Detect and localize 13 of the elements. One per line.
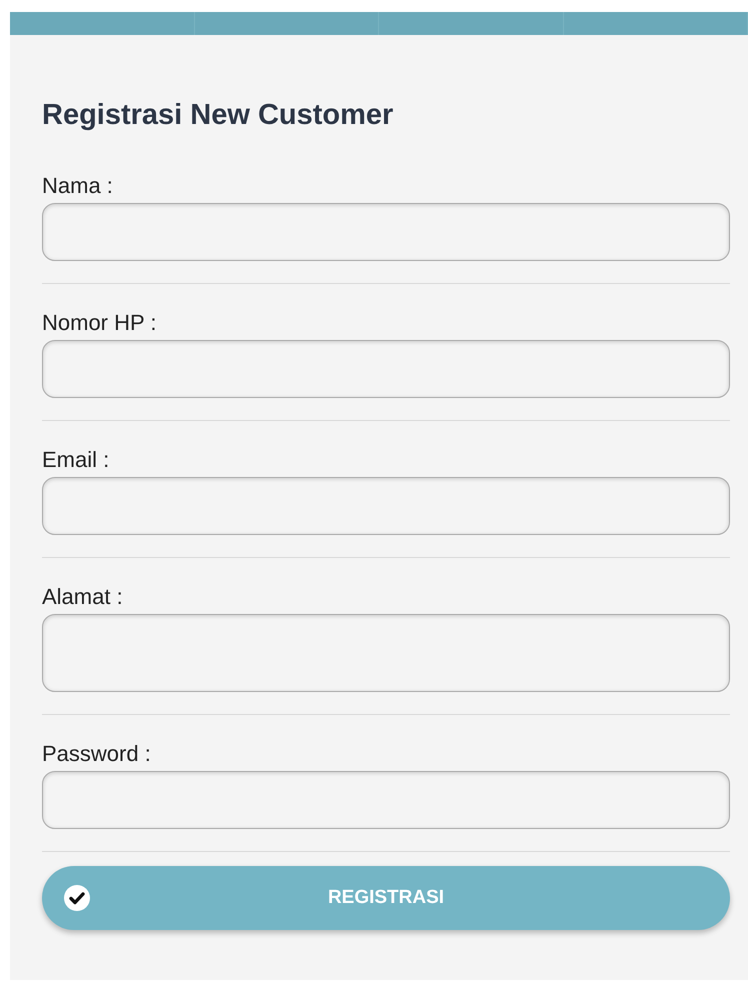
input-field[interactable]	[42, 203, 730, 261]
form-title: Registrasi New Customer	[42, 98, 394, 133]
field-label: Password :	[42, 741, 152, 767]
register-button[interactable]: REGISTRASI	[42, 866, 730, 930]
field-label: Nama :	[42, 173, 114, 199]
field-label: Nomor HP :	[42, 310, 158, 336]
input-field[interactable]	[42, 340, 730, 398]
text-area[interactable]	[42, 614, 730, 692]
input-field[interactable]	[42, 477, 730, 535]
field-label: Email :	[42, 447, 110, 473]
field-label: Alamat :	[42, 584, 124, 610]
input-field[interactable]	[42, 771, 730, 829]
check-icon	[64, 885, 90, 911]
